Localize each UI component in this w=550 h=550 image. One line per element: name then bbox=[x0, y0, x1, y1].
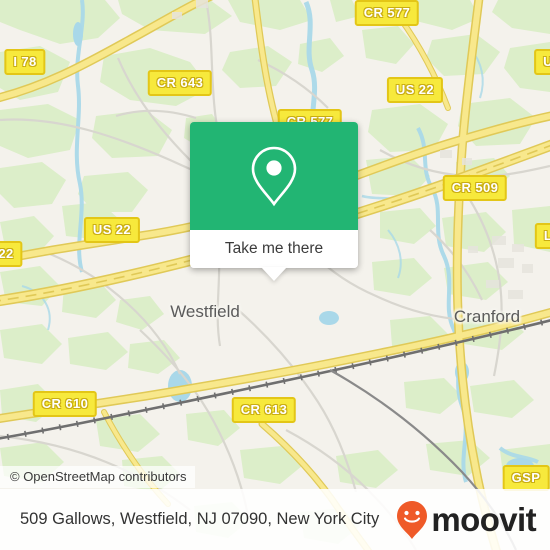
road-shield-us-22-north[interactable]: US 22 bbox=[386, 77, 444, 103]
popup-action-bar[interactable]: Take me there bbox=[190, 230, 358, 281]
place-label-cranford: Cranford bbox=[453, 307, 521, 326]
moovit-wordmark: moovit bbox=[431, 501, 536, 538]
popup-pin-header bbox=[190, 122, 358, 230]
road-shield-us-22-west[interactable]: US 22 bbox=[83, 217, 141, 243]
map-canvas[interactable]: Westfield Cranford I 78 CR 643 CR 577 US… bbox=[0, 0, 550, 550]
road-shield-22[interactable]: 22 bbox=[0, 241, 23, 267]
location-popup-card[interactable]: Take me there bbox=[190, 122, 358, 281]
moovit-logo[interactable]: moovit bbox=[395, 500, 537, 540]
road-shield-cr-613[interactable]: CR 613 bbox=[231, 397, 297, 423]
road-shield-gsp[interactable]: GSP bbox=[502, 465, 550, 491]
road-shield-cr-643[interactable]: CR 643 bbox=[147, 70, 213, 96]
footer-bar: 509 Gallows, Westfield, NJ 07090, New Yo… bbox=[0, 489, 550, 550]
address-label: 509 Gallows, Westfield, NJ 07090, New Yo… bbox=[20, 510, 380, 528]
take-me-there-label: Take me there bbox=[224, 240, 324, 257]
map-pin-icon bbox=[251, 146, 297, 207]
road-shield-edge-top-right[interactable]: U bbox=[534, 49, 550, 75]
road-shield-edge-right[interactable]: L bbox=[534, 223, 550, 249]
map-screenshot: Westfield Cranford I 78 CR 643 CR 577 US… bbox=[0, 0, 550, 550]
place-label-westfield: Westfield bbox=[170, 302, 240, 321]
osm-attribution[interactable]: © OpenStreetMap contributors bbox=[0, 466, 195, 488]
road-shield-cr-610[interactable]: CR 610 bbox=[32, 391, 98, 417]
road-shield-i-78[interactable]: I 78 bbox=[4, 49, 46, 75]
popup-pointer-tail bbox=[261, 267, 287, 281]
road-shield-cr-577-north[interactable]: CR 577 bbox=[354, 0, 420, 26]
moovit-smiley-pin-icon bbox=[397, 500, 428, 539]
road-shield-cr-509[interactable]: CR 509 bbox=[442, 175, 508, 201]
